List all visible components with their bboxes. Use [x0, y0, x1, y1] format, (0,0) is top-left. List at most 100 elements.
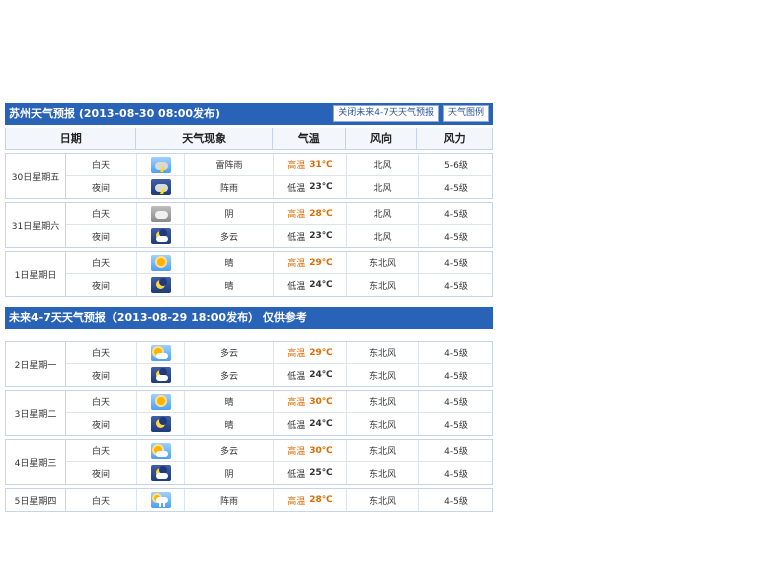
period-label: 白天: [66, 203, 137, 224]
period-label: 白天: [66, 440, 137, 461]
close-extended-forecast-button[interactable]: 关闭未来4-7天天气预报: [333, 105, 439, 122]
temperature-cell: 高温 31℃: [274, 154, 347, 175]
wind-direction: 东北风: [347, 252, 419, 273]
wind-force: 4-5级: [444, 398, 468, 408]
wind-direction: 北风: [347, 203, 419, 224]
forecast-row: 夜间晴低温 24℃ 东北风 4-5级: [66, 413, 493, 435]
period-label: 夜间: [66, 462, 137, 484]
header-date: 日期: [6, 128, 137, 149]
wind-force: 4-5级: [444, 496, 468, 507]
temp-label: 高温: [287, 398, 306, 408]
period-label: 夜间: [66, 225, 137, 247]
clear-night-icon: [150, 416, 171, 432]
temperature-cell: 高温 28℃: [274, 203, 347, 224]
wind-direction: 东北风: [347, 342, 419, 363]
day-group: 5日星期四 白天 阵雨 高温 28℃ 东北风 4-5级: [5, 488, 493, 512]
forecast-title-bar: 苏州天气预报 (2013-08-30 08:00发布) 关闭未来4-7天天气预报…: [5, 103, 493, 125]
forecast-row: 夜间 阴低温 25℃ 东北风 4-5级: [66, 462, 493, 484]
temp-label: 低温: [287, 281, 306, 292]
temp-label: 高温: [287, 496, 306, 507]
day-group: 30日星期五 白天 雷阵雨 高温 31℃ 北风 5-6级 夜间 阵雨 低温 23℃ 北风 4-5级: [5, 153, 493, 199]
extended-forecast-title: 未来4-7天天气预报（2013-08-29 18:00发布） 仅供参考: [9, 311, 307, 324]
period-label: 白天: [66, 342, 137, 363]
temperature-cell: 高温 29℃: [274, 252, 347, 273]
day-date: 30日星期五: [6, 154, 66, 198]
forecast-row: 白天晴高温 30℃ 东北风 4-5级: [66, 391, 493, 413]
temp-label: 高温: [287, 161, 306, 171]
weather-forecast-panel: 苏州天气预报 (2013-08-30 08:00发布) 关闭未来4-7天天气预报…: [5, 103, 493, 515]
header-wind-direction: 风向: [346, 128, 418, 149]
wind-direction: 东北风: [347, 462, 419, 484]
shower-day-icon: [150, 492, 171, 508]
temperature-cell: 低温 24℃: [274, 364, 347, 386]
overcast-night-icon: [150, 465, 171, 481]
temp-label: 高温: [287, 259, 306, 269]
partly-cloudy-night-icon: [150, 367, 171, 383]
temperature-cell: 高温 29℃: [274, 342, 347, 363]
forecast-row: 夜间 多云 低温 24℃ 东北风 4-5级: [66, 364, 493, 386]
wind-force: 4-5级: [444, 349, 468, 359]
forecast-title: 苏州天气预报 (2013-08-30 08:00发布): [9, 107, 221, 120]
wind-direction: 东北风: [347, 489, 419, 511]
weather-description: 阵雨: [185, 489, 274, 511]
temp-label: 高温: [287, 210, 306, 220]
forecast-row: 白天 多云 高温 29℃ 东北风 4-5级: [66, 342, 493, 364]
partly-cloudy-day-icon: [150, 442, 171, 459]
day-date: 1日星期日: [6, 252, 66, 296]
period-label: 夜间: [66, 364, 137, 386]
temp-label: 高温: [287, 349, 306, 359]
temperature-cell: 低温 24℃: [274, 413, 347, 435]
weather-legend-button[interactable]: 天气图例: [442, 105, 489, 122]
weather-description: 多云: [185, 225, 274, 247]
temp-value: 31℃: [309, 159, 333, 170]
temp-value: 30℃: [309, 396, 333, 407]
wind-force: 4-5级: [444, 232, 468, 243]
temp-value: 29℃: [309, 347, 333, 358]
forecast-row: 白天 雷阵雨 高温 31℃ 北风 5-6级: [66, 154, 493, 176]
weather-description: 晴: [185, 391, 274, 412]
forecast-days-list: 30日星期五 白天 雷阵雨 高温 31℃ 北风 5-6级 夜间 阵雨 低温 23℃ 北风 4-5级 31日…: [5, 153, 493, 297]
period-label: 白天: [66, 252, 137, 273]
period-label: 夜间: [66, 176, 137, 198]
partly-cloudy-night-icon: [150, 228, 171, 244]
day-date: 3日星期二: [6, 391, 66, 435]
wind-direction: 东北风: [347, 440, 419, 461]
sunny-icon: [150, 393, 171, 410]
title-buttons: 关闭未来4-7天天气预报 天气图例: [333, 105, 489, 122]
period-label: 夜间: [66, 413, 137, 435]
forecast-row: 白天晴高温 29℃ 东北风 4-5级: [66, 252, 493, 274]
temp-label: 低温: [287, 232, 306, 243]
period-label: 白天: [66, 391, 137, 412]
weather-description: 多云: [185, 364, 274, 386]
day-group: 4日星期三 白天 多云 高温 30℃ 东北风 4-5级 夜间阴低温 25℃ 东北风 4-5级: [5, 439, 493, 485]
weather-description: 阴: [185, 462, 274, 484]
day-group: 3日星期二 白天晴高温 30℃ 东北风 4-5级 夜间晴低温 24℃ 东北风 4-5级: [5, 390, 493, 436]
wind-direction: 东北风: [347, 364, 419, 386]
wind-force: 4-5级: [444, 447, 468, 457]
temp-value: 28℃: [309, 495, 333, 505]
day-date: 4日星期三: [6, 440, 66, 484]
temp-label: 低温: [287, 183, 306, 194]
wind-direction: 东北风: [347, 391, 419, 412]
temperature-cell: 高温 30℃: [274, 391, 347, 412]
temp-value: 24℃: [309, 419, 333, 429]
weather-description: 晴: [185, 413, 274, 435]
temp-value: 30℃: [309, 445, 333, 456]
weather-description: 阴: [185, 203, 274, 224]
weather-description: 晴: [185, 252, 274, 273]
weather-description: 阵雨: [185, 176, 274, 198]
temperature-cell: 低温 23℃: [274, 176, 347, 198]
extended-forecast-days-list: 2日星期一 白天 多云 高温 29℃ 东北风 4-5级 夜间 多云 低温 24℃ 东北风 4-5级 3日星…: [5, 341, 493, 512]
temperature-cell: 低温 25℃: [274, 462, 347, 484]
temp-label: 低温: [287, 371, 306, 382]
wind-force: 4-5级: [444, 281, 468, 292]
wind-force: 4-5级: [444, 469, 468, 480]
temp-value: 24℃: [309, 370, 333, 380]
table-header: 日期 天气现象 气温 风向 风力: [5, 128, 493, 150]
temp-value: 29℃: [309, 257, 333, 268]
day-group: 2日星期一 白天 多云 高温 29℃ 东北风 4-5级 夜间 多云 低温 24℃ 东北风 4-5级: [5, 341, 493, 387]
temperature-cell: 低温 24℃: [274, 274, 347, 296]
weather-description: 多云: [185, 440, 274, 461]
weather-description: 晴: [185, 274, 274, 296]
wind-force: 4-5级: [444, 420, 468, 431]
